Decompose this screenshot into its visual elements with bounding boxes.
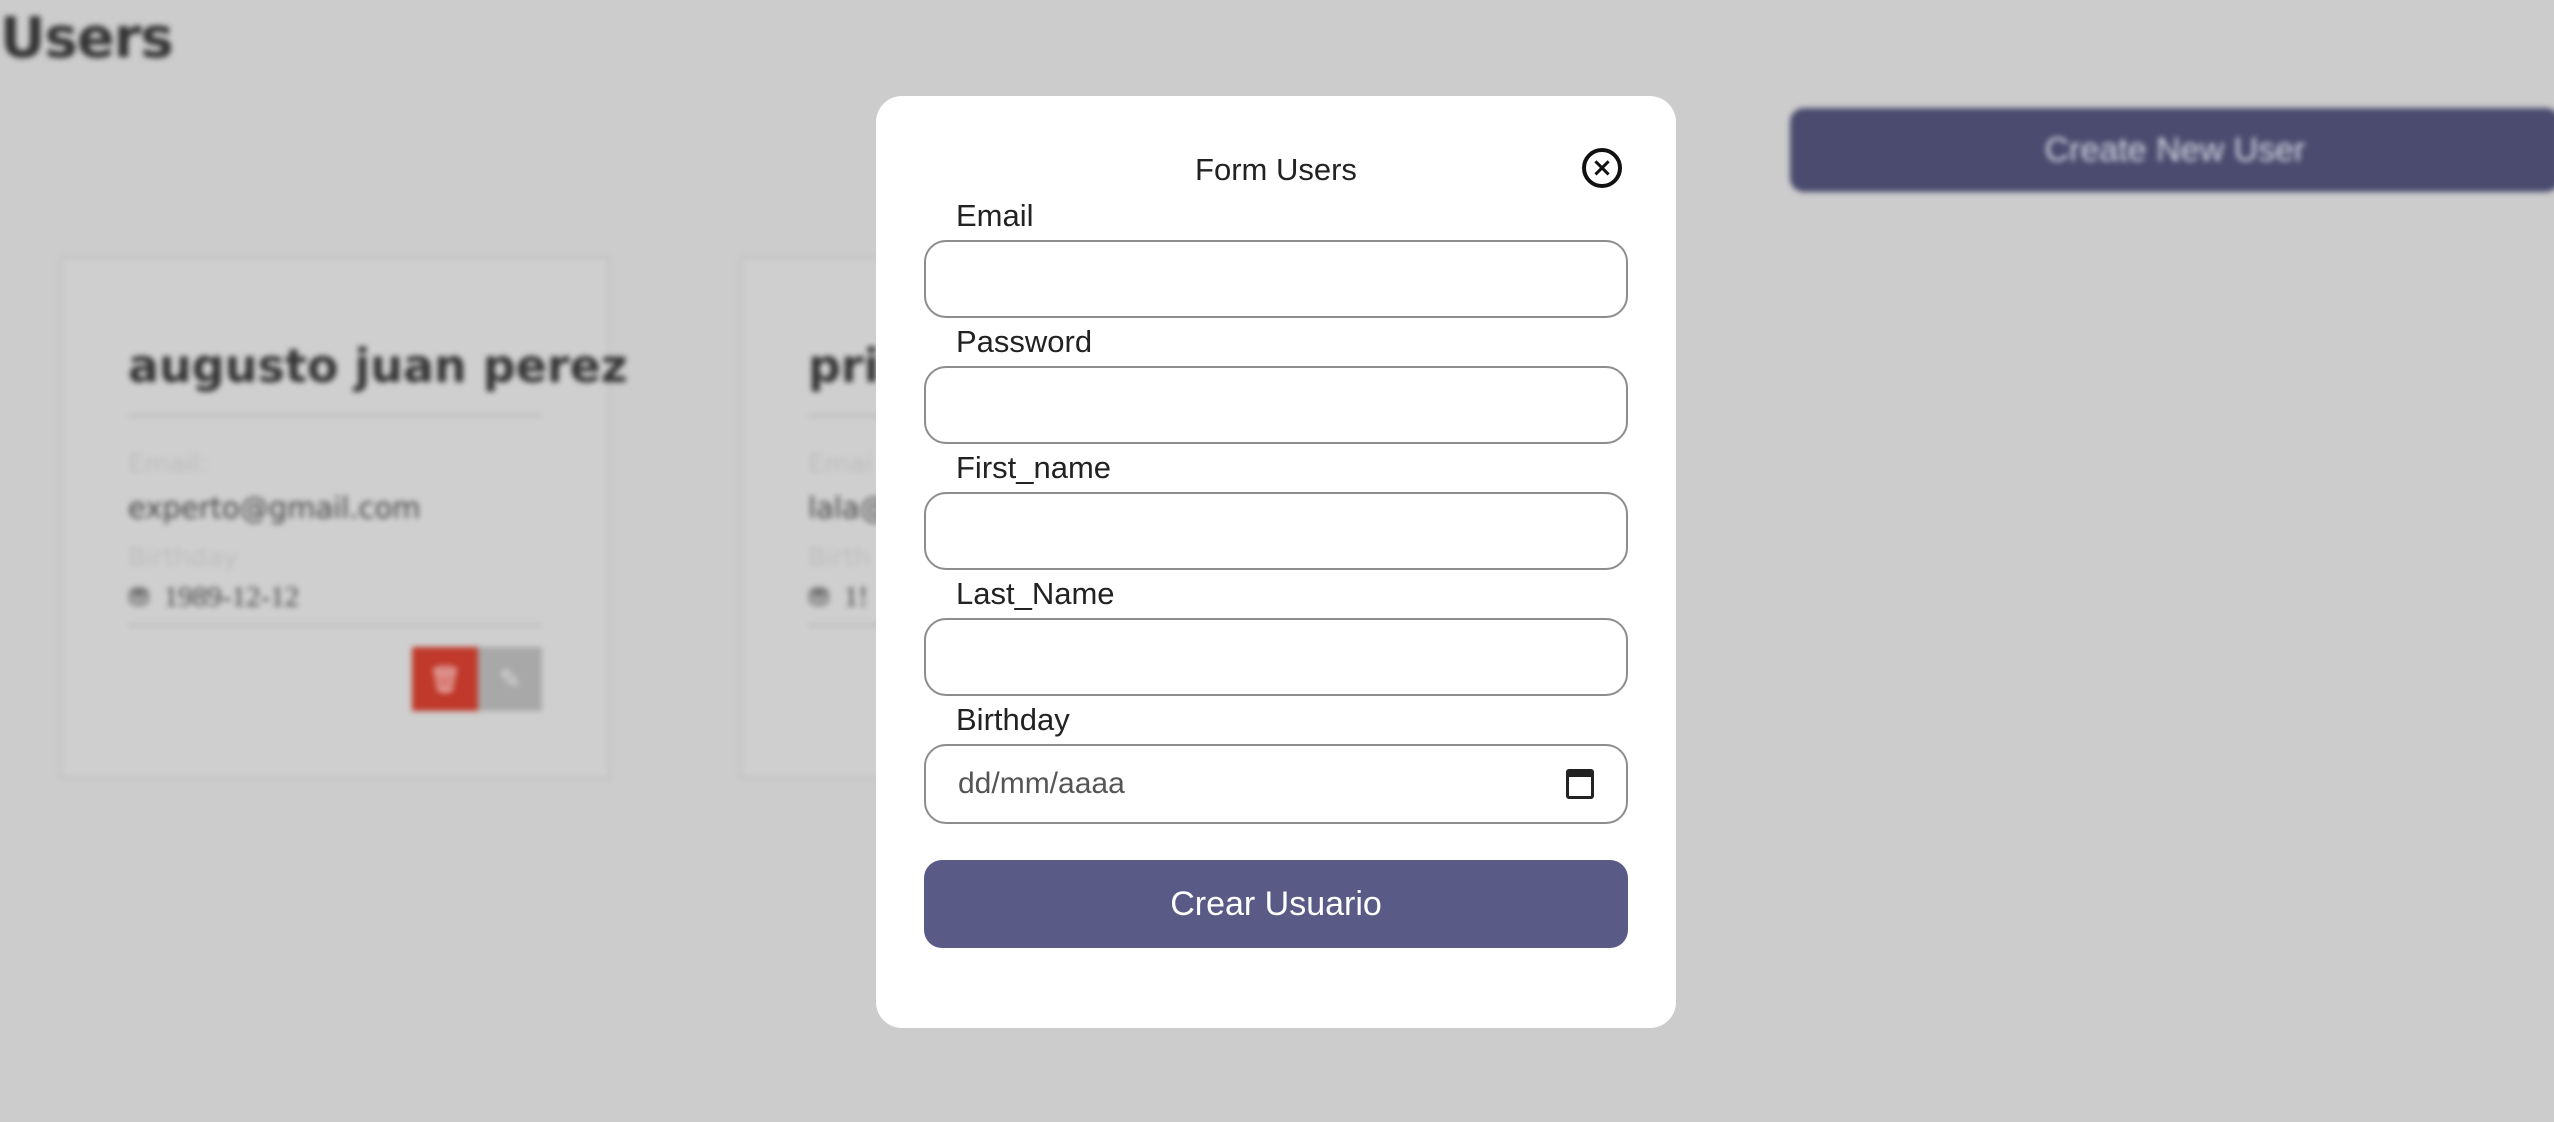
edit-icon: ✎ bbox=[499, 663, 521, 694]
email-label: Email: bbox=[128, 449, 209, 479]
birthday-label: Birthday bbox=[128, 543, 239, 573]
password-field[interactable] bbox=[924, 366, 1628, 444]
last-name-field-label: Last_Name bbox=[956, 576, 1115, 611]
modal-title: Form Users bbox=[1195, 152, 1357, 187]
user-birthday-row: ⛃ 1989-12-12 bbox=[128, 581, 299, 614]
delete-user-button[interactable]: 🗑 bbox=[412, 647, 478, 711]
birthday-field-label: Birthday bbox=[956, 702, 1070, 737]
user-name: pri bbox=[808, 339, 880, 393]
cake-icon: ⛃ bbox=[128, 583, 150, 612]
user-birthday-row: ⛃ 1! bbox=[808, 581, 868, 614]
user-name: augusto juan perez bbox=[128, 339, 628, 393]
close-icon[interactable]: × bbox=[1582, 148, 1622, 188]
trash-icon: 🗑 bbox=[428, 663, 462, 694]
email-label: Emai bbox=[808, 449, 873, 479]
page-title: Users bbox=[0, 6, 174, 71]
first-name-field-label: First_name bbox=[956, 450, 1112, 485]
birthday-date-field[interactable]: dd/mm/aaaa bbox=[924, 744, 1628, 824]
cake-icon: ⛃ bbox=[808, 583, 830, 612]
user-card: augusto juan perez Email: experto@gmail.… bbox=[60, 257, 628, 779]
edit-user-button[interactable]: ✎ bbox=[478, 647, 542, 711]
create-user-submit-button[interactable]: Crear Usuario bbox=[924, 860, 1628, 948]
email-field-label: Email bbox=[956, 198, 1034, 233]
divider bbox=[128, 414, 542, 417]
form-users-modal: Form Users × Email Password First_name L… bbox=[876, 96, 1676, 1028]
divider bbox=[128, 624, 542, 627]
email-field[interactable] bbox=[924, 240, 1628, 318]
calendar-icon[interactable] bbox=[1566, 769, 1594, 799]
user-email: experto@gmail.com bbox=[128, 491, 421, 525]
user-birthday: 1989-12-12 bbox=[163, 581, 300, 613]
date-placeholder: dd/mm/aaaa bbox=[958, 767, 1125, 800]
password-field-label: Password bbox=[956, 324, 1093, 359]
first-name-field[interactable] bbox=[924, 492, 1628, 570]
create-new-user-button[interactable]: Create New User bbox=[1790, 108, 2554, 192]
card-actions: 🗑 ✎ bbox=[412, 647, 542, 711]
last-name-field[interactable] bbox=[924, 618, 1628, 696]
birthday-label: Birth bbox=[808, 543, 871, 573]
user-birthday: 1! bbox=[843, 581, 868, 613]
